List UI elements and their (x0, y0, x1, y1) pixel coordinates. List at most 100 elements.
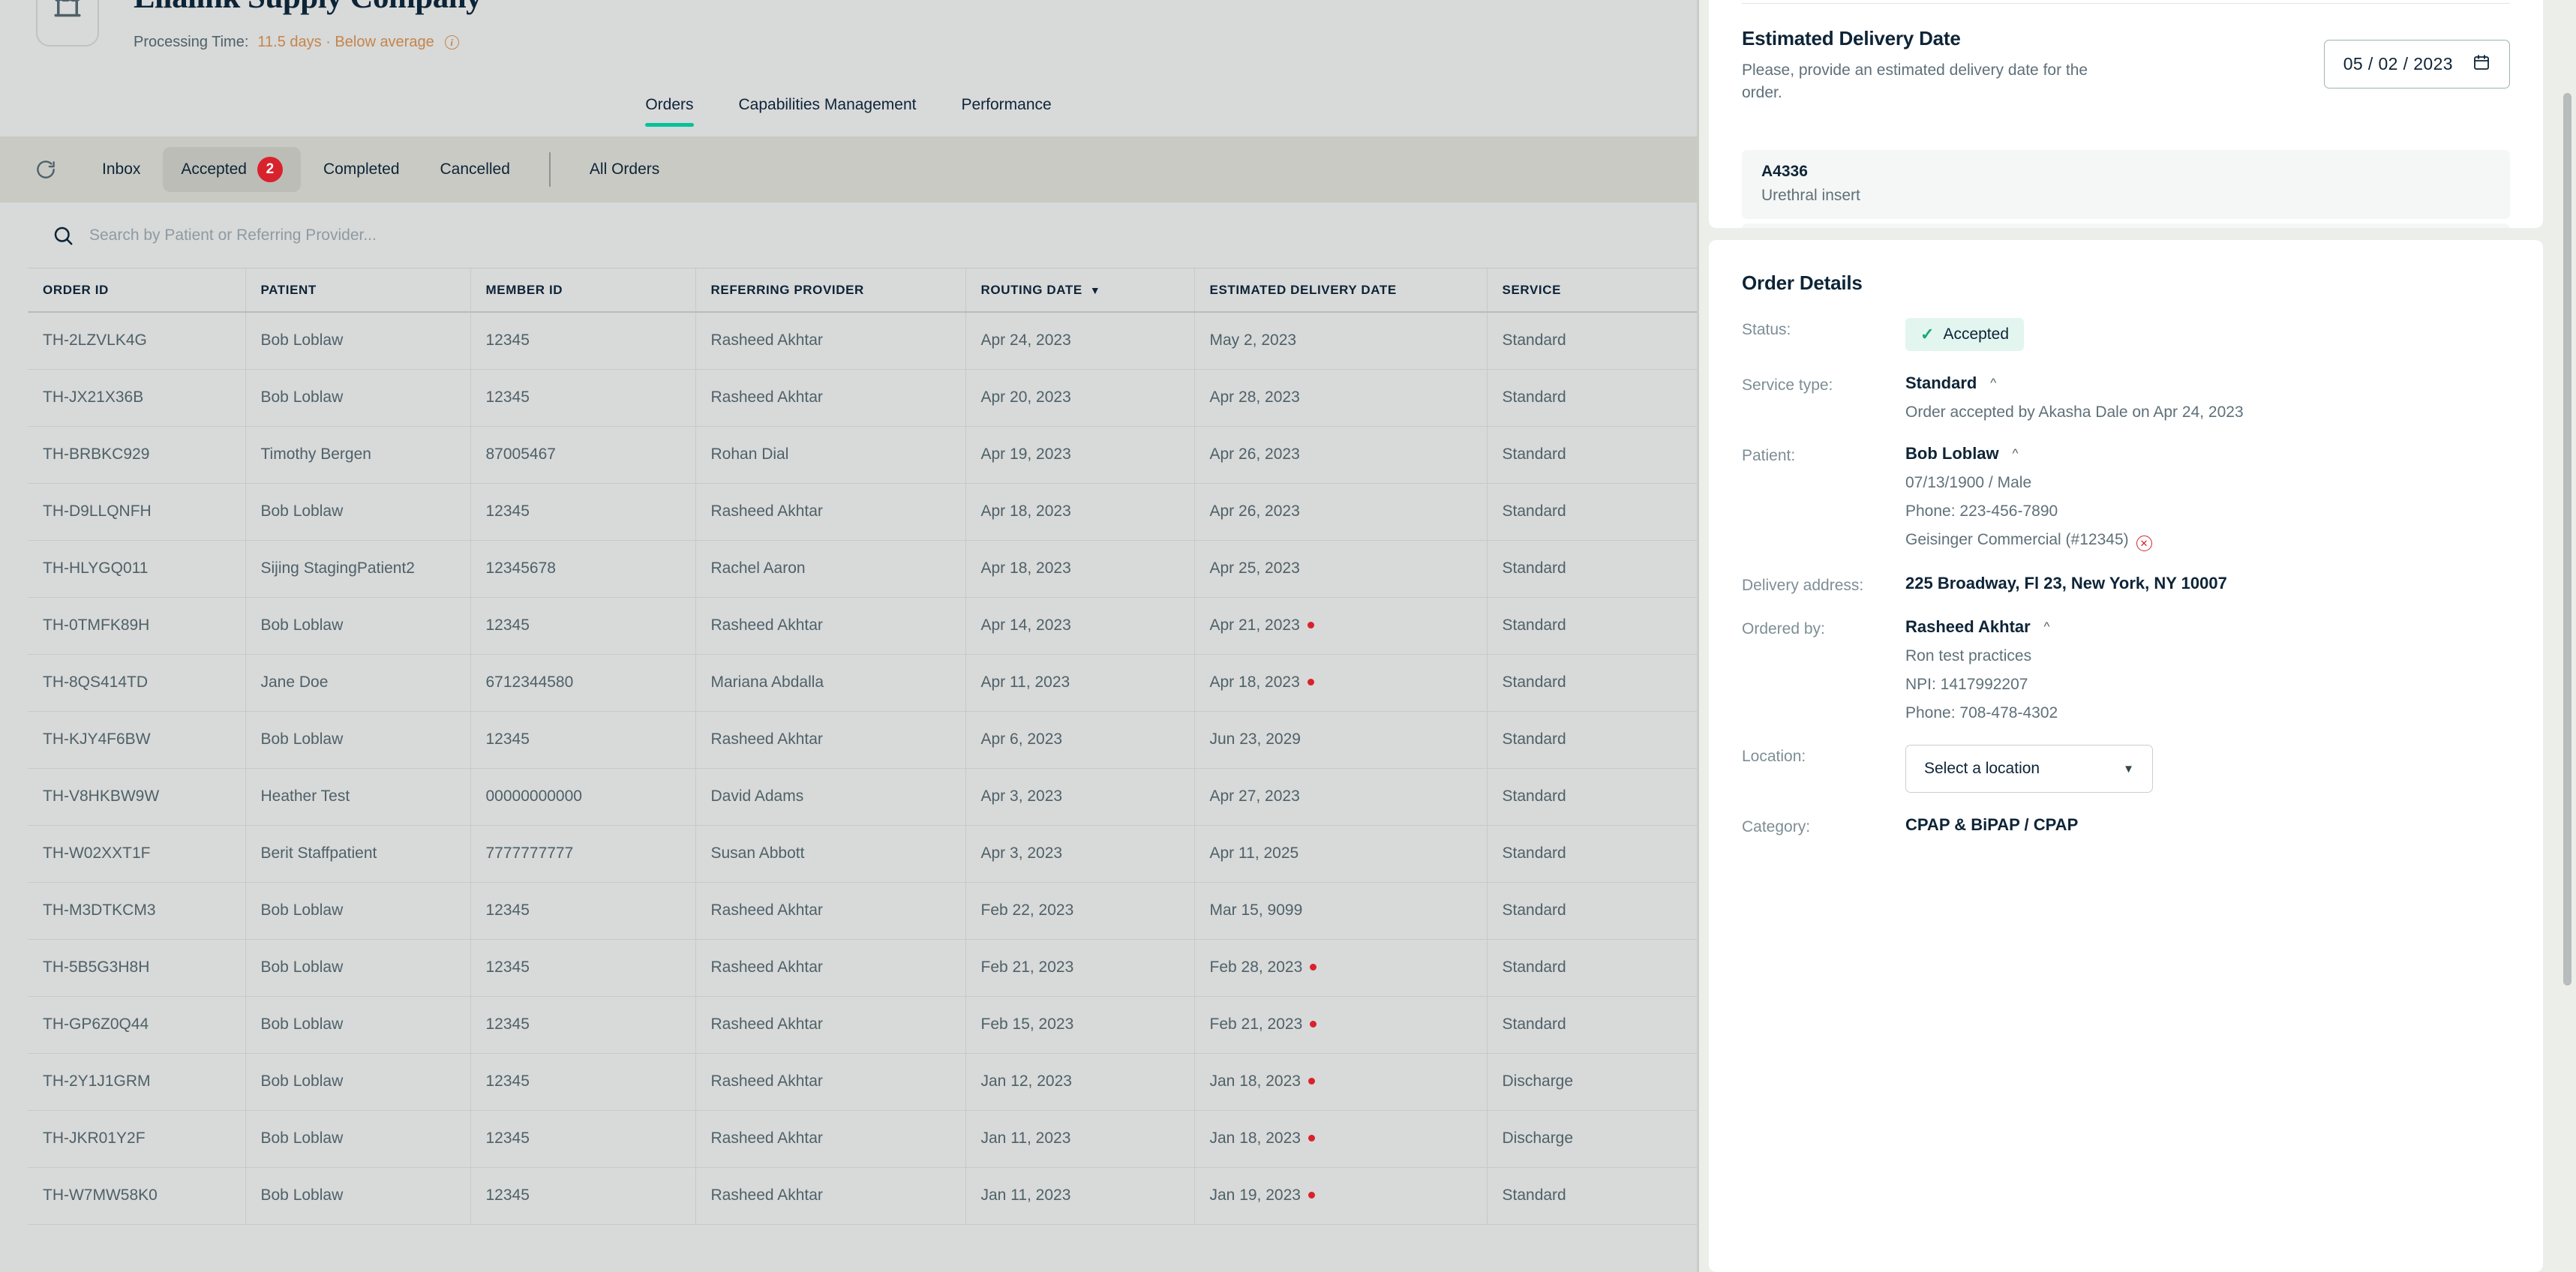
cell-routing-date: Apr 18, 2023 (965, 540, 1195, 598)
filter-tab-all-orders[interactable]: All Orders (572, 151, 677, 188)
late-indicator-dot (1308, 1192, 1315, 1198)
table-row[interactable]: TH-2Y1J1GRM Bob Loblaw 12345 Rasheed Akhtar… (28, 1053, 1697, 1111)
processing-time-value: 11.5 days · Below average (257, 34, 434, 50)
cell-patient: Jane Doe (245, 654, 471, 712)
search-input[interactable] (89, 226, 839, 244)
cell-referring-provider: Rasheed Akhtar (695, 882, 966, 940)
tab-orders-label: Orders (645, 96, 694, 113)
cell-patient: Bob Loblaw (245, 1110, 471, 1168)
cell-referring-provider: Rasheed Akhtar (695, 711, 966, 769)
table-row[interactable]: TH-0TMFK89H Bob Loblaw 12345 Rasheed Akhtar… (28, 597, 1697, 655)
vendor-name: Ellalink Supply Company (134, 0, 482, 16)
filter-tab-completed[interactable]: Completed (305, 151, 418, 188)
location-select[interactable]: Select a location ▼ (1905, 745, 2153, 793)
cell-service: Discharge (1487, 1110, 1697, 1168)
filter-tab-inbox[interactable]: Inbox (84, 151, 158, 188)
column-header-patient[interactable]: PATIENT (245, 268, 471, 313)
cell-member-id: 7777777777 (470, 825, 696, 883)
estimated-delivery-date-value: 05 / 02 / 2023 (2343, 54, 2453, 74)
table-row[interactable]: TH-M3DTKCM3 Bob Loblaw 12345 Rasheed Akhtar… (28, 882, 1697, 940)
cell-service: Standard (1487, 597, 1697, 655)
chevron-up-icon-ordered-by[interactable]: ^ (2044, 620, 2050, 634)
service-type-label: Service type: (1742, 376, 1833, 394)
cell-estimated-delivery-date: Apr 25, 2023 (1194, 540, 1488, 598)
patient-phone: Phone: 223-456-7890 (1905, 502, 2058, 520)
column-header-member-id[interactable]: MEMBER ID (470, 268, 696, 313)
cell-service: Standard (1487, 426, 1697, 484)
cell-estimated-delivery-date: Jun 23, 2029 (1194, 711, 1488, 769)
table-row[interactable]: TH-GP6Z0Q44 Bob Loblaw 12345 Rasheed Akhtar… (28, 996, 1697, 1054)
table-row[interactable]: TH-W7MW58K0 Bob Loblaw 12345 Rasheed Akhtar… (28, 1167, 1697, 1225)
cell-patient: Heather Test (245, 768, 471, 826)
cell-referring-provider: Rasheed Akhtar (695, 996, 966, 1054)
cell-order-id: TH-W7MW58K0 (28, 1167, 246, 1225)
cell-member-id: 12345 (470, 1110, 696, 1168)
column-header-referring-provider[interactable]: REFERRING PROVIDER (695, 268, 966, 313)
cell-routing-date: Jan 11, 2023 (965, 1110, 1195, 1168)
tab-orders[interactable]: Orders (623, 82, 716, 130)
chevron-up-icon-patient[interactable]: ^ (2013, 446, 2019, 461)
tab-performance[interactable]: Performance (938, 82, 1073, 130)
search-icon (52, 224, 74, 247)
column-header-order-id[interactable]: ORDER ID (28, 268, 246, 313)
category-value: CPAP & BiPAP / CPAP (1905, 815, 2079, 834)
table-row[interactable]: TH-BRBKC929 Timothy Bergen 87005467 Rohan D… (28, 426, 1697, 484)
table-row[interactable]: TH-2LZVLK4G Bob Loblaw 12345 Rasheed Akhtar… (28, 312, 1697, 370)
cell-patient: Bob Loblaw (245, 711, 471, 769)
table-row[interactable]: TH-5B5G3H8H Bob Loblaw 12345 Rasheed Akhtar… (28, 939, 1697, 997)
cell-service: Standard (1487, 1167, 1697, 1225)
cell-patient: Bob Loblaw (245, 483, 471, 541)
cell-member-id: 12345 (470, 939, 696, 997)
table-row[interactable]: TH-W02XXT1F Berit Staffpatient 7777777777 S… (28, 825, 1697, 883)
cell-order-id: TH-HLYGQ011 (28, 540, 246, 598)
cell-service: Standard (1487, 825, 1697, 883)
cell-routing-date: Apr 14, 2023 (965, 597, 1195, 655)
category-label: Category: (1742, 818, 1811, 836)
refresh-icon[interactable] (33, 157, 59, 182)
cell-order-id: TH-2LZVLK4G (28, 312, 246, 370)
ordered-by-npi: NPI: 1417992207 (1905, 676, 2028, 693)
cell-member-id: 12345 (470, 597, 696, 655)
cell-estimated-delivery-date: Apr 26, 2023 (1194, 483, 1488, 541)
cell-referring-provider: Mariana Abdalla (695, 654, 966, 712)
chevron-up-icon-service-type[interactable]: ^ (1990, 376, 1996, 391)
cell-routing-date: Feb 21, 2023 (965, 939, 1195, 997)
table-row[interactable]: TH-D9LLQNFH Bob Loblaw 12345 Rasheed Akhtar… (28, 483, 1697, 541)
tab-performance-label: Performance (961, 96, 1052, 113)
table-row[interactable]: TH-JX21X36B Bob Loblaw 12345 Rasheed Akhtar… (28, 369, 1697, 427)
late-indicator-dot (1308, 1078, 1315, 1084)
column-header-service[interactable]: SERVICE (1487, 268, 1697, 313)
info-icon[interactable]: i (444, 35, 459, 50)
detail-rail-scrollbar[interactable] (2563, 0, 2571, 1272)
hcpcs-description: Urethral insert (1761, 187, 1860, 204)
cell-estimated-delivery-date: Jan 19, 2023 (1194, 1167, 1488, 1225)
cell-service: Standard (1487, 312, 1697, 370)
insurance-error-icon[interactable]: ✕ (2136, 536, 2152, 551)
delivery-address-label: Delivery address: (1742, 577, 1864, 594)
table-row[interactable]: TH-KJY4F6BW Bob Loblaw 12345 Rasheed Akhtar… (28, 711, 1697, 769)
rail-divider (1697, 0, 1699, 1272)
tab-capabilities-management[interactable]: Capabilities Management (716, 82, 939, 130)
column-header-routing-date[interactable]: ROUTING DATE ▼ (965, 268, 1195, 313)
check-icon: ✓ (1920, 325, 1935, 344)
table-row[interactable]: TH-V8HKBW9W Heather Test 00000000000 David … (28, 768, 1697, 826)
cell-patient: Bob Loblaw (245, 1053, 471, 1111)
table-row[interactable]: TH-JKR01Y2F Bob Loblaw 12345 Rasheed Akhtar… (28, 1110, 1697, 1168)
detail-rail: Estimated Delivery Date Please, provide … (1697, 0, 2576, 1272)
cell-estimated-delivery-date: Mar 15, 9099 (1194, 882, 1488, 940)
cell-order-id: TH-BRBKC929 (28, 426, 246, 484)
cell-estimated-delivery-date: Feb 21, 2023 (1194, 996, 1488, 1054)
cell-routing-date: Apr 6, 2023 (965, 711, 1195, 769)
column-header-estimated-delivery-date[interactable]: ESTIMATED DELIVERY DATE (1194, 268, 1488, 313)
table-row[interactable]: TH-8QS414TD Jane Doe 6712344580 Mariana Abd… (28, 654, 1697, 712)
estimated-delivery-date-input[interactable]: 05 / 02 / 2023 (2323, 40, 2510, 88)
filter-tab-accepted[interactable]: Accepted 2 (163, 147, 301, 192)
filter-tab-cancelled[interactable]: Cancelled (422, 151, 528, 188)
calendar-icon[interactable] (2472, 53, 2490, 75)
hcpcs-item: A0396Als esophageal intub suppls (1742, 224, 2510, 228)
cell-service: Standard (1487, 768, 1697, 826)
table-row[interactable]: TH-HLYGQ011 Sijing StagingPatient2 1234567… (28, 540, 1697, 598)
orders-table-container[interactable]: ORDER ID PATIENT MEMBER ID REFERRING PRO… (28, 268, 1697, 1272)
scrollbar-thumb[interactable] (2563, 93, 2571, 986)
ordered-by-name: Rasheed Akhtar (1905, 617, 2031, 636)
